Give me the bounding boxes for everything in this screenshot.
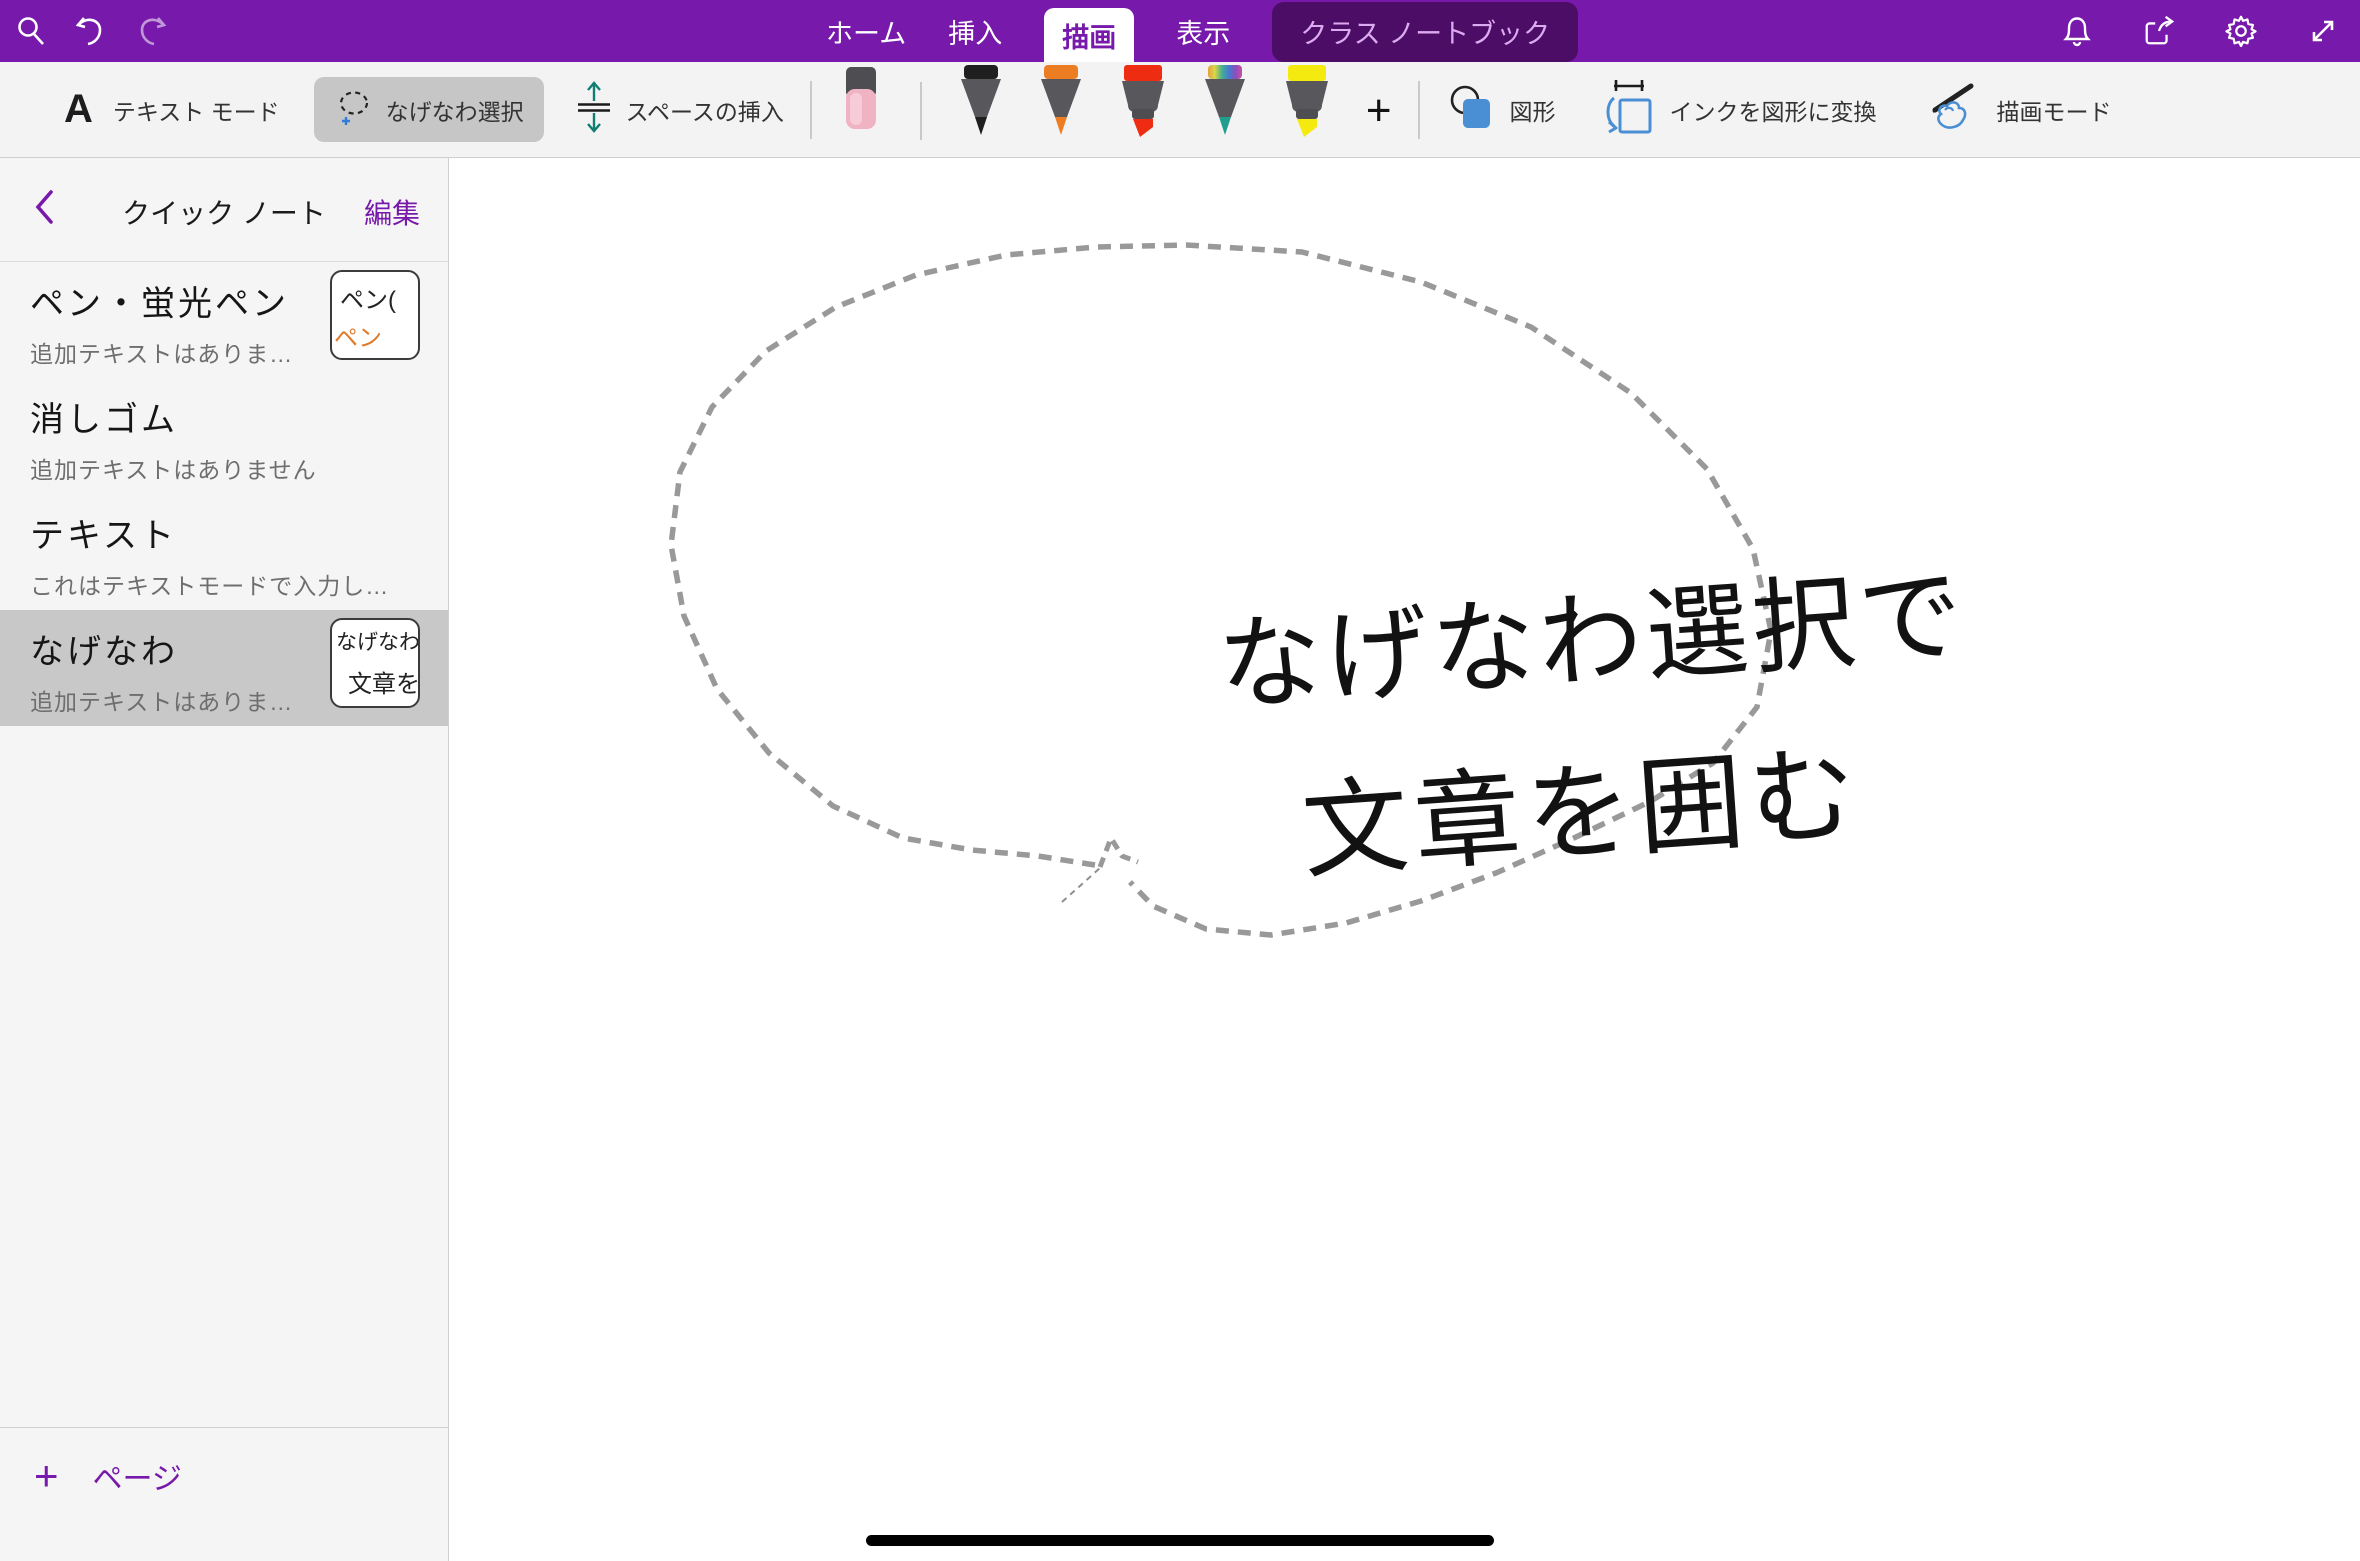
page-title-ink: 消しゴム — [30, 392, 448, 441]
insert-space-icon — [574, 81, 614, 138]
black-pen-tool[interactable] — [958, 65, 1004, 142]
handwritten-ink-line[interactable]: なげなわ選択で — [1213, 531, 1971, 732]
orange-pen-tool[interactable] — [1038, 65, 1084, 142]
yellow-highlighter-tool[interactable] — [1282, 65, 1332, 142]
add-page-button[interactable]: + ページ — [34, 1454, 182, 1498]
insert-space-label: スペースの挿入 — [626, 93, 784, 127]
add-page-label: ページ — [93, 1454, 182, 1498]
toolbar-divider — [810, 81, 812, 139]
eraser-tool[interactable] — [838, 65, 884, 136]
handwritten-ink-line[interactable]: 文章を囲む — [1297, 707, 1866, 900]
ink-to-shape-icon — [1600, 78, 1656, 141]
onenote-app-window: ホーム 挿入 描画 表示 クラス ノートブック — [0, 0, 2360, 1561]
text-mode-label: テキスト モード — [113, 93, 280, 127]
rainbow-pen-tool[interactable] — [1202, 65, 1248, 142]
tab-view[interactable]: 表示 — [1176, 12, 1230, 51]
home-indicator-bar[interactable] — [866, 1535, 1494, 1546]
shapes-button[interactable]: 図形 — [1446, 82, 1556, 137]
red-highlighter-tool[interactable] — [1118, 65, 1168, 142]
page-list: ペン・蛍光ペン 追加テキストはありま… ペン( ペン 消しゴム 追加テキストはあ… — [0, 262, 448, 726]
topbar-right-icons — [2060, 0, 2340, 62]
shapes-label: 図形 — [1510, 93, 1556, 127]
page-list-item-selected[interactable]: なげなわ 追加テキストはありま… なげなわ 文章を — [0, 610, 448, 726]
ink-to-shape-button[interactable]: インクを図形に変換 — [1600, 78, 1877, 141]
page-list-item[interactable]: 消しゴム 追加テキストはありません — [0, 378, 448, 494]
draw-ribbon-toolbar: A テキスト モード なげなわ選択 スペースの挿入 — [0, 62, 2360, 158]
text-mode-a-icon: A — [64, 87, 93, 132]
page-thumbnail: なげなわ 文章を — [330, 618, 420, 708]
sidebar-header: クイック ノート 編集 — [0, 158, 448, 262]
draw-mode-hand-pen-icon — [1925, 80, 1983, 139]
search-icon[interactable] — [14, 14, 48, 48]
redo-icon[interactable] — [134, 14, 168, 48]
tab-home[interactable]: ホーム — [826, 12, 906, 51]
page-list-item[interactable]: テキスト これはテキストモードで入力し… — [0, 494, 448, 610]
edit-link[interactable]: 編集 — [364, 192, 420, 232]
lasso-icon — [334, 89, 374, 130]
page-subtitle: 追加テキストはありません — [30, 451, 448, 485]
shapes-icon — [1446, 82, 1496, 137]
toolbar-divider — [1418, 81, 1420, 139]
tab-insert[interactable]: 挿入 — [948, 12, 1002, 51]
notifications-bell-icon[interactable] — [2060, 14, 2094, 48]
ink-to-shape-label: インクを図形に変換 — [1670, 93, 1877, 127]
undo-icon[interactable] — [74, 14, 108, 48]
pen-tray: + — [838, 62, 1392, 158]
page-list-sidebar: クイック ノート 編集 ペン・蛍光ペン 追加テキストはありま… ペン( ペン 消… — [0, 158, 449, 1561]
add-pen-button[interactable]: + — [1366, 89, 1392, 133]
draw-mode-label: 描画モード — [1997, 93, 2112, 127]
draw-mode-button[interactable]: 描画モード — [1925, 80, 2112, 139]
plus-icon: + — [34, 1455, 59, 1497]
lasso-select-label: なげなわ選択 — [386, 93, 524, 127]
page-subtitle: これはテキストモードで入力し… — [30, 567, 448, 601]
share-icon[interactable] — [2142, 14, 2176, 48]
ribbon-tabs: ホーム 挿入 描画 表示 クラス ノートブック — [826, 0, 1578, 62]
note-canvas[interactable]: なげなわ選択で 文章を囲む — [450, 158, 2360, 1561]
fullscreen-icon[interactable] — [2306, 14, 2340, 48]
topbar-left-icons — [14, 0, 168, 62]
tab-draw[interactable]: 描画 — [1044, 8, 1134, 62]
page-list-item[interactable]: ペン・蛍光ペン 追加テキストはありま… ペン( ペン — [0, 262, 448, 378]
page-thumbnail: ペン( ペン — [330, 270, 420, 360]
page-title-ink: テキスト — [30, 508, 448, 557]
sidebar-footer: + ページ — [0, 1427, 448, 1561]
insert-space-button[interactable]: スペースの挿入 — [574, 81, 784, 138]
lasso-select-button[interactable]: なげなわ選択 — [314, 77, 544, 142]
text-mode-button[interactable]: A テキスト モード — [0, 87, 280, 132]
toolbar-divider — [920, 82, 922, 140]
top-app-bar: ホーム 挿入 描画 表示 クラス ノートブック — [0, 0, 2360, 62]
settings-gear-icon[interactable] — [2224, 14, 2258, 48]
tab-class-notebook[interactable]: クラス ノートブック — [1272, 2, 1578, 62]
